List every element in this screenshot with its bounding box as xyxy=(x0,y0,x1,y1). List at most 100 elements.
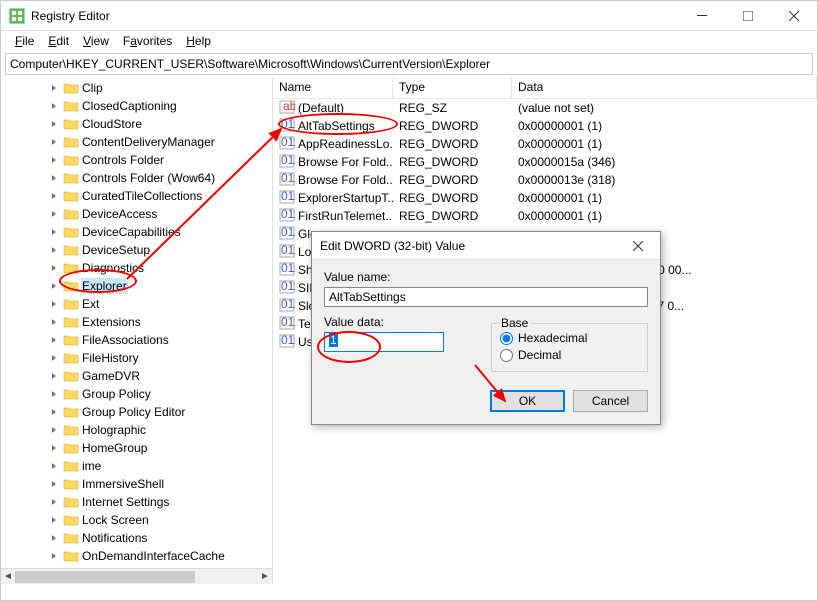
expand-icon[interactable] xyxy=(49,280,61,292)
tree-item[interactable]: Controls Folder (Wow64) xyxy=(1,169,272,187)
expand-icon[interactable] xyxy=(49,496,61,508)
expand-icon[interactable] xyxy=(49,262,61,274)
expand-icon[interactable] xyxy=(49,388,61,400)
value-data-input[interactable]: 1 xyxy=(324,332,444,352)
expand-icon[interactable] xyxy=(49,82,61,94)
value-data: 0x0000015a (346) xyxy=(512,155,817,169)
expand-icon[interactable] xyxy=(49,154,61,166)
menu-edit[interactable]: Edit xyxy=(42,32,75,50)
svg-text:011: 011 xyxy=(281,153,295,167)
tree-item[interactable]: Lock Screen xyxy=(1,511,272,529)
tree-item[interactable]: Controls Folder xyxy=(1,151,272,169)
tree-item[interactable]: DeviceAccess xyxy=(1,205,272,223)
column-name[interactable]: Name xyxy=(273,77,393,98)
expand-icon[interactable] xyxy=(49,406,61,418)
value-icon: 011 xyxy=(279,243,298,262)
tree-item[interactable]: Diagnostics xyxy=(1,259,272,277)
tree-item[interactable]: GameDVR xyxy=(1,367,272,385)
menu-view[interactable]: View xyxy=(77,32,115,50)
tree-label: DeviceAccess xyxy=(82,207,157,221)
tree-item[interactable]: ImmersiveShell xyxy=(1,475,272,493)
tree-item[interactable]: Group Policy xyxy=(1,385,272,403)
tree-label: Ext xyxy=(82,297,99,311)
scroll-left-arrow[interactable]: ◄ xyxy=(1,570,15,584)
tree-item[interactable]: Explorer xyxy=(1,277,272,295)
expand-icon[interactable] xyxy=(49,118,61,130)
scroll-right-arrow[interactable]: ► xyxy=(258,570,272,584)
column-type[interactable]: Type xyxy=(393,77,512,98)
list-row[interactable]: 011FirstRunTelemet...REG_DWORD0x00000001… xyxy=(273,207,817,225)
tree-item[interactable]: ContentDeliveryManager xyxy=(1,133,272,151)
expand-icon[interactable] xyxy=(49,478,61,490)
tree-item[interactable]: Extensions xyxy=(1,313,272,331)
expand-icon[interactable] xyxy=(49,514,61,526)
tree-item[interactable]: HomeGroup xyxy=(1,439,272,457)
tree-item[interactable]: FileAssociations xyxy=(1,331,272,349)
expand-icon[interactable] xyxy=(49,172,61,184)
radio-dec-input[interactable] xyxy=(500,349,513,362)
close-button[interactable] xyxy=(771,1,817,31)
tree-item[interactable]: Clip xyxy=(1,79,272,97)
value-icon: 011 xyxy=(279,261,298,280)
list-row[interactable]: 011Browse For Fold...REG_DWORD0x0000013e… xyxy=(273,171,817,189)
expand-icon[interactable] xyxy=(49,442,61,454)
expand-icon[interactable] xyxy=(49,190,61,202)
expand-icon[interactable] xyxy=(49,532,61,544)
expand-icon[interactable] xyxy=(49,370,61,382)
edit-dword-dialog: Edit DWORD (32-bit) Value Value name: Va… xyxy=(311,231,661,425)
menu-file[interactable]: File xyxy=(9,32,40,50)
dialog-close-button[interactable] xyxy=(624,232,652,260)
value-name-input[interactable] xyxy=(324,287,648,307)
radio-hex-input[interactable] xyxy=(500,332,513,345)
tree-item[interactable]: DeviceSetup xyxy=(1,241,272,259)
expand-icon[interactable] xyxy=(49,550,61,562)
minimize-button[interactable] xyxy=(679,1,725,31)
expand-icon[interactable] xyxy=(49,298,61,310)
tree-item[interactable]: Internet Settings xyxy=(1,493,272,511)
address-bar[interactable]: Computer\HKEY_CURRENT_USER\Software\Micr… xyxy=(5,53,813,75)
list-row[interactable]: 011Browse For Fold...REG_DWORD0x0000015a… xyxy=(273,153,817,171)
tree-item[interactable]: CloudStore xyxy=(1,115,272,133)
cancel-button[interactable]: Cancel xyxy=(573,390,648,412)
value-icon: 011 xyxy=(279,225,298,244)
tree-item[interactable]: OnDemandInterfaceCache xyxy=(1,547,272,565)
tree-item[interactable]: Holographic xyxy=(1,421,272,439)
expand-icon[interactable] xyxy=(49,352,61,364)
tree-item[interactable]: Notifications xyxy=(1,529,272,547)
expand-icon[interactable] xyxy=(49,208,61,220)
tree-item[interactable]: ime xyxy=(1,457,272,475)
radio-decimal[interactable]: Decimal xyxy=(500,348,639,362)
tree-item[interactable]: FileHistory xyxy=(1,349,272,367)
value-icon: 011 xyxy=(279,117,298,136)
expand-icon[interactable] xyxy=(49,424,61,436)
expand-icon[interactable] xyxy=(49,460,61,472)
tree-item[interactable]: ClosedCaptioning xyxy=(1,97,272,115)
scroll-thumb[interactable] xyxy=(15,571,195,583)
tree-item[interactable]: CuratedTileCollections xyxy=(1,187,272,205)
expand-icon[interactable] xyxy=(49,244,61,256)
expand-icon[interactable] xyxy=(49,136,61,148)
list-row[interactable]: 011AltTabSettingsREG_DWORD0x00000001 (1) xyxy=(273,117,817,135)
menu-favorites[interactable]: Favorites xyxy=(117,32,178,50)
tree-item[interactable]: Ext xyxy=(1,295,272,313)
value-name: ExplorerStartupT... xyxy=(298,191,393,205)
value-name: Browse For Fold... xyxy=(298,173,393,187)
radio-hexadecimal[interactable]: Hexadecimal xyxy=(500,331,639,345)
expand-icon[interactable] xyxy=(49,316,61,328)
list-row[interactable]: ab(Default)REG_SZ(value not set) xyxy=(273,99,817,117)
expand-icon[interactable] xyxy=(49,226,61,238)
list-row[interactable]: 011ExplorerStartupT...REG_DWORD0x0000000… xyxy=(273,189,817,207)
column-data[interactable]: Data xyxy=(512,77,817,98)
expand-icon[interactable] xyxy=(49,334,61,346)
base-legend: Base xyxy=(498,316,531,330)
menubar: File Edit View Favorites Help xyxy=(1,31,817,51)
menu-help[interactable]: Help xyxy=(180,32,217,50)
tree-item[interactable]: Group Policy Editor xyxy=(1,403,272,421)
maximize-button[interactable] xyxy=(725,1,771,31)
ok-button[interactable]: OK xyxy=(490,390,565,412)
expand-icon[interactable] xyxy=(49,100,61,112)
list-row[interactable]: 011AppReadinessLo...REG_DWORD0x00000001 … xyxy=(273,135,817,153)
tree-item[interactable]: DeviceCapabilities xyxy=(1,223,272,241)
horizontal-scrollbar[interactable]: ◄ ► xyxy=(1,568,272,584)
tree-label: Group Policy Editor xyxy=(82,405,185,419)
